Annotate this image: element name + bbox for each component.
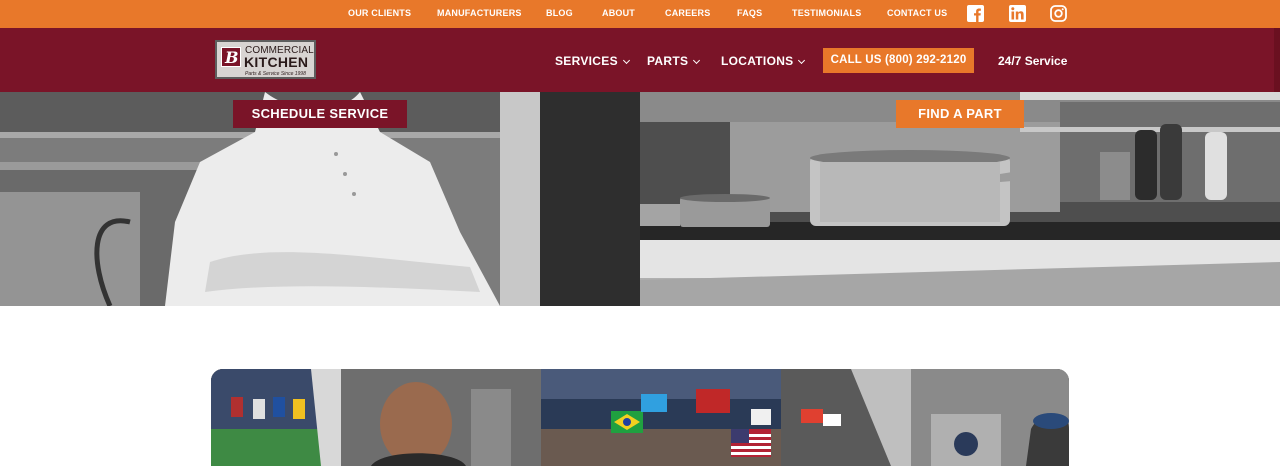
instagram-icon[interactable] (1050, 5, 1067, 22)
main-header: B COMMERCIAL KITCHEN Parts & Service Sin… (0, 28, 1280, 92)
scrollbar[interactable] (1274, 28, 1280, 92)
call-us-button[interactable]: CALL US (800) 292-2120 (823, 48, 974, 73)
linkedin-icon[interactable] (1009, 5, 1026, 22)
chevron-down-icon (622, 56, 630, 65)
nav-link-contact-us[interactable]: CONTACT US (887, 8, 947, 18)
nav-parts-label: PARTS (647, 54, 689, 68)
nav-link-about[interactable]: ABOUT (602, 8, 635, 18)
nav-link-blog[interactable]: BLOG (546, 8, 573, 18)
banner-photo (211, 369, 1069, 466)
logo-mark: B (221, 47, 241, 67)
find-a-part-button[interactable]: FIND A PART (896, 100, 1024, 128)
feature-banner-image (211, 369, 1069, 466)
chevron-down-icon (798, 56, 806, 65)
nav-link-manufacturers[interactable]: MANUFACTURERS (437, 8, 522, 18)
top-utility-bar: OUR CLIENTS MANUFACTURERS BLOG ABOUT CAR… (0, 0, 1280, 28)
nav-link-careers[interactable]: CAREERS (665, 8, 710, 18)
nav-locations[interactable]: LOCATIONS (721, 54, 806, 68)
schedule-service-button[interactable]: SCHEDULE SERVICE (233, 100, 407, 128)
nav-parts[interactable]: PARTS (647, 54, 701, 68)
chevron-down-icon (693, 56, 701, 65)
hero-section: SCHEDULE SERVICE FIND A PART (0, 92, 1280, 306)
nav-services-label: SERVICES (555, 54, 618, 68)
logo-tagline: Parts & Service Since 1998 (245, 71, 306, 77)
nav-locations-label: LOCATIONS (721, 54, 794, 68)
service-24-7-link[interactable]: 24/7 Service (998, 54, 1067, 68)
facebook-icon[interactable] (967, 5, 984, 22)
nav-services[interactable]: SERVICES (555, 54, 630, 68)
nav-link-our-clients[interactable]: OUR CLIENTS (348, 8, 411, 18)
logo-line-2: KITCHEN (244, 54, 309, 70)
nav-link-testimonials[interactable]: TESTIMONIALS (792, 8, 861, 18)
nav-link-faqs[interactable]: FAQS (737, 8, 762, 18)
company-logo[interactable]: B COMMERCIAL KITCHEN Parts & Service Sin… (215, 40, 316, 79)
